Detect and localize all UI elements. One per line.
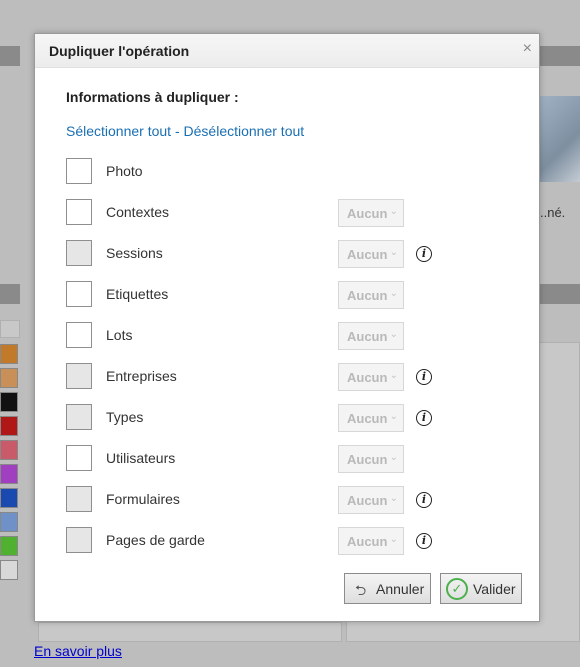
option-checkbox[interactable] [66, 322, 92, 348]
option-checkbox[interactable] [66, 363, 92, 389]
chevron-down-icon: ⌄ [389, 370, 398, 381]
duplication-mode-dropdown[interactable]: Aucun ⌄ [338, 445, 404, 473]
background-bar [540, 46, 580, 66]
color-swatch [0, 488, 18, 508]
background-text: ..né. [540, 205, 566, 220]
duplication-mode-dropdown[interactable]: Aucun ⌄ [338, 240, 404, 268]
option-row: Utilisateurs Aucun ⌄ [35, 445, 539, 473]
dropdown-value: Aucun [347, 493, 388, 508]
option-row: Formulaires Aucun ⌄ i [35, 486, 539, 514]
background-panel [38, 622, 342, 642]
color-swatch [0, 560, 18, 580]
color-swatch [0, 416, 18, 436]
duplication-mode-dropdown[interactable]: Aucun ⌄ [338, 486, 404, 514]
duplication-mode-dropdown[interactable]: Aucun ⌄ [338, 404, 404, 432]
dropdown-value: Aucun [347, 206, 388, 221]
dropdown-value: Aucun [347, 288, 388, 303]
dropdown-value: Aucun [347, 534, 388, 549]
cancel-button[interactable]: ⮌ Annuler [344, 573, 431, 604]
option-row: Contextes Aucun ⌄ [35, 199, 539, 227]
option-row: Pages de garde Aucun ⌄ i [35, 527, 539, 555]
option-checkbox[interactable] [66, 158, 92, 184]
info-icon[interactable]: i [416, 410, 432, 426]
info-icon[interactable]: i [416, 246, 432, 262]
link-separator: - [171, 123, 184, 139]
check-circle-icon: ✓ [446, 578, 468, 600]
learn-more-link[interactable]: En savoir plus [34, 643, 122, 659]
deselect-all-link[interactable]: Désélectionner tout [184, 123, 305, 139]
background-dropdown [0, 320, 20, 338]
duplicate-operation-dialog: Dupliquer l'opération × Informations à d… [34, 33, 540, 622]
color-swatch [0, 536, 18, 556]
chevron-down-icon: ⌄ [389, 288, 398, 299]
chevron-down-icon: ⌄ [389, 206, 398, 217]
dropdown-value: Aucun [347, 247, 388, 262]
cancel-button-label: Annuler [376, 581, 425, 597]
dialog-titlebar: Dupliquer l'opération × [35, 34, 539, 68]
option-label: Lots [106, 327, 133, 343]
background-bar [0, 284, 20, 304]
background-photo [540, 96, 580, 182]
option-checkbox[interactable] [66, 445, 92, 471]
duplication-mode-dropdown[interactable]: Aucun ⌄ [338, 281, 404, 309]
option-row: Etiquettes Aucun ⌄ [35, 281, 539, 309]
option-checkbox[interactable] [66, 240, 92, 266]
color-swatch [0, 344, 18, 364]
option-label: Pages de garde [106, 532, 205, 548]
dropdown-value: Aucun [347, 370, 388, 385]
option-row: Lots Aucun ⌄ [35, 322, 539, 350]
info-icon[interactable]: i [416, 369, 432, 385]
option-label: Types [106, 409, 144, 425]
chevron-down-icon: ⌄ [389, 493, 398, 504]
option-row: Types Aucun ⌄ i [35, 404, 539, 432]
option-checkbox[interactable] [66, 527, 92, 553]
option-checkbox[interactable] [66, 404, 92, 430]
chevron-down-icon: ⌄ [389, 534, 398, 545]
option-label: Sessions [106, 245, 163, 261]
chevron-down-icon: ⌄ [389, 411, 398, 422]
dropdown-value: Aucun [347, 452, 388, 467]
option-checkbox[interactable] [66, 281, 92, 307]
dropdown-value: Aucun [347, 329, 388, 344]
option-row: Photo [35, 158, 539, 186]
undo-arrow-icon: ⮌ [355, 582, 367, 598]
dropdown-value: Aucun [347, 411, 388, 426]
section-title: Informations à dupliquer : [66, 89, 239, 105]
duplication-mode-dropdown[interactable]: Aucun ⌄ [338, 322, 404, 350]
validate-button-label: Valider [473, 581, 516, 597]
color-swatch [0, 392, 18, 412]
info-icon[interactable]: i [416, 533, 432, 549]
option-label: Contextes [106, 204, 170, 220]
duplication-mode-dropdown[interactable]: Aucun ⌄ [338, 527, 404, 555]
color-swatch [0, 440, 18, 460]
validate-button[interactable]: ✓ Valider [440, 573, 522, 604]
option-label: Formulaires [106, 491, 180, 507]
duplication-mode-dropdown[interactable]: Aucun ⌄ [338, 363, 404, 391]
select-all-link[interactable]: Sélectionner tout [66, 123, 171, 139]
color-swatch [0, 368, 18, 388]
dialog-title: Dupliquer l'opération [49, 43, 190, 59]
background-bar [540, 284, 580, 304]
option-label: Entreprises [106, 368, 177, 384]
option-row: Sessions Aucun ⌄ i [35, 240, 539, 268]
chevron-down-icon: ⌄ [389, 247, 398, 258]
background-bar [0, 46, 20, 66]
selection-links: Sélectionner tout - Désélectionner tout [66, 123, 304, 139]
option-label: Etiquettes [106, 286, 169, 302]
option-label: Photo [106, 163, 143, 179]
option-checkbox[interactable] [66, 486, 92, 512]
color-swatch [0, 512, 18, 532]
option-checkbox[interactable] [66, 199, 92, 225]
chevron-down-icon: ⌄ [389, 452, 398, 463]
chevron-down-icon: ⌄ [389, 329, 398, 340]
info-icon[interactable]: i [416, 492, 432, 508]
option-label: Utilisateurs [106, 450, 176, 466]
option-row: Entreprises Aucun ⌄ i [35, 363, 539, 391]
close-icon[interactable]: × [523, 40, 532, 58]
color-swatch [0, 464, 18, 484]
duplication-mode-dropdown[interactable]: Aucun ⌄ [338, 199, 404, 227]
